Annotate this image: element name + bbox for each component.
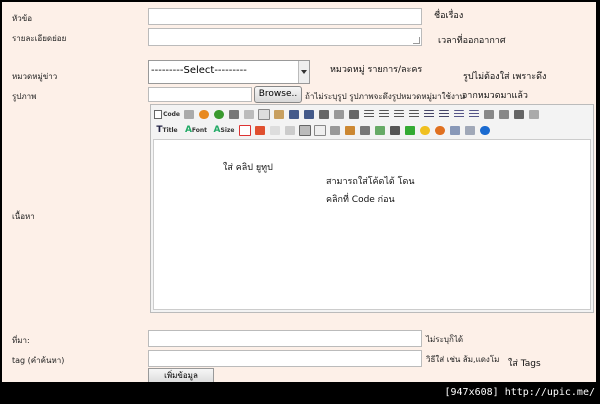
print-icon[interactable]: [227, 107, 241, 121]
image-note-2: จากหมวดมาแล้ว: [462, 91, 528, 101]
move-down-icon[interactable]: [403, 123, 417, 137]
detail-textarea[interactable]: [148, 28, 422, 46]
title-format-button[interactable]: T Title: [153, 123, 181, 137]
detail-note: เวลาที่ออกอากาศ: [438, 36, 506, 46]
italic-icon[interactable]: [332, 107, 346, 121]
save-icon[interactable]: [287, 107, 301, 121]
image-host-badge: [947x608] http://upic.me/: [441, 384, 598, 401]
bold-icon[interactable]: [317, 107, 331, 121]
content-label: เนื้อหา: [12, 212, 35, 221]
ordered-list-icon[interactable]: [422, 107, 436, 121]
submit-button[interactable]: เพิ่มข้อมูล: [148, 368, 214, 382]
redo-icon[interactable]: [212, 107, 226, 121]
emoticon-icon[interactable]: [268, 123, 282, 137]
eraser-icon[interactable]: [313, 123, 327, 137]
resize-grip-icon[interactable]: [413, 37, 420, 44]
remove-format-icon[interactable]: [527, 107, 541, 121]
table-icon[interactable]: [298, 123, 312, 137]
form-page: หัวข้อ ชื่อเรื่อง รายละเอียดย่อย เวลาที่…: [2, 2, 596, 382]
editor-note-2: สามารถใส่โค้ดได้ โดน: [326, 177, 415, 187]
tag-input[interactable]: [148, 350, 422, 367]
font-button[interactable]: A Font: [182, 123, 210, 137]
source-input[interactable]: [148, 330, 422, 347]
paste-icon[interactable]: [272, 107, 286, 121]
image-hint: ถ้าไม่ระบุรูป รูปภาพจะดึงรูปหมวดหมู่มาใช…: [305, 92, 465, 101]
title-input[interactable]: [148, 8, 422, 25]
text-color-icon[interactable]: [238, 123, 252, 137]
tag-label: tag (คำค้นหา): [12, 356, 65, 365]
info-icon[interactable]: [478, 123, 492, 137]
undo-icon[interactable]: [197, 107, 211, 121]
align-justify-icon[interactable]: [407, 107, 421, 121]
smiley-icon[interactable]: [418, 123, 432, 137]
underline-icon[interactable]: [347, 107, 361, 121]
category-select[interactable]: ---------Select---------: [148, 60, 310, 84]
horizontal-rule-icon[interactable]: [328, 123, 342, 137]
cut-icon[interactable]: [242, 107, 256, 121]
chevron-down-icon[interactable]: [298, 61, 309, 83]
toolbar-row-2: T Title A Font A Size: [153, 123, 492, 138]
source-label: ที่มา:: [12, 336, 30, 345]
source-hint: ไม่ระบุก็ได้: [426, 335, 464, 344]
tag-note: ใส่ Tags: [508, 359, 541, 369]
align-right-icon[interactable]: [392, 107, 406, 121]
find-icon[interactable]: [482, 107, 496, 121]
copy-icon[interactable]: [257, 107, 271, 121]
category-note: หมวดหมู่ รายการ/ละคร: [330, 65, 423, 75]
title-label: หัวข้อ: [12, 14, 33, 23]
image-label: รูปภาพ: [12, 92, 37, 101]
code-toggle-button[interactable]: Code: [153, 107, 181, 121]
size-button[interactable]: A Size: [211, 123, 237, 137]
detail-label: รายละเอียดย่อย: [12, 34, 67, 43]
outdent-icon[interactable]: [452, 107, 466, 121]
unlink-icon[interactable]: [463, 123, 477, 137]
editor-content-area[interactable]: [153, 139, 591, 310]
category-select-value: ---------Select---------: [151, 65, 247, 76]
insert-icon[interactable]: [373, 123, 387, 137]
browse-button[interactable]: Browse..: [254, 86, 302, 103]
spellcheck-icon[interactable]: [358, 123, 372, 137]
align-center-icon[interactable]: [377, 107, 391, 121]
flash-icon[interactable]: [388, 123, 402, 137]
rich-text-editor: Code T Title A Font A Size: [150, 104, 594, 313]
save-as-icon[interactable]: [302, 107, 316, 121]
toolbar-row-1: Code: [153, 107, 541, 122]
tag-hint: วิธีใส่ เช่น ส้ม,แดงโม: [426, 355, 500, 364]
indent-icon[interactable]: [467, 107, 481, 121]
minus-icon[interactable]: [433, 123, 447, 137]
highlight-icon[interactable]: [343, 123, 357, 137]
category-label: หมวดหมู่ข่าว: [12, 72, 58, 81]
select-all-icon[interactable]: [512, 107, 526, 121]
align-left-icon[interactable]: [362, 107, 376, 121]
unordered-list-icon[interactable]: [437, 107, 451, 121]
paste-text-icon[interactable]: [182, 107, 196, 121]
editor-note-3: คลิกที่ Code ก่อน: [326, 195, 395, 205]
editor-note-1: ใส่ คลิป ยูทูป: [223, 163, 273, 173]
bg-color-icon[interactable]: [253, 123, 267, 137]
file-path-input[interactable]: [148, 87, 252, 102]
link-icon[interactable]: [448, 123, 462, 137]
image-insert-icon[interactable]: [283, 123, 297, 137]
image-note-1: รูปไม่ต้องใส่ เพราะดึง: [463, 72, 547, 82]
title-note: ชื่อเรื่อง: [434, 11, 464, 21]
replace-icon[interactable]: [497, 107, 511, 121]
